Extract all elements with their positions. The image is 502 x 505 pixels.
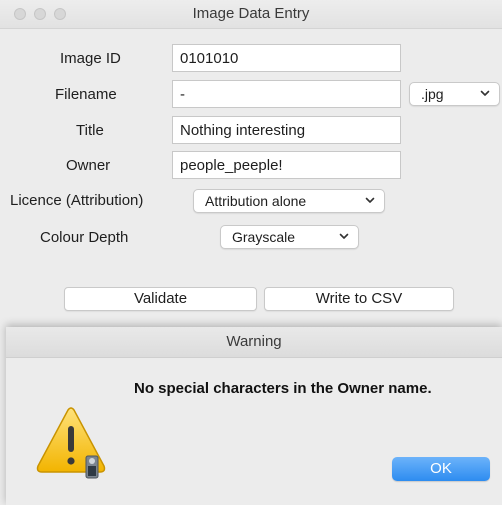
colour-depth-label: Colour Depth <box>40 229 129 246</box>
filename-field[interactable] <box>172 80 401 108</box>
warning-dialog: Warning No special characters in the Own… <box>6 327 502 505</box>
filename-label: Filename <box>55 86 117 103</box>
warning-triangle-icon <box>36 407 106 479</box>
licence-label: Licence (Attribution) <box>10 192 144 209</box>
image-id-field[interactable] <box>172 44 401 72</box>
dialog-body: No special characters in the Owner name.… <box>6 358 502 505</box>
warning-message: No special characters in the Owner name. <box>134 380 432 397</box>
owner-label: Owner <box>66 157 111 174</box>
write-csv-button[interactable]: Write to CSV <box>264 287 454 311</box>
title-label: Title <box>76 122 104 139</box>
chevron-down-icon <box>365 197 375 203</box>
ok-button[interactable]: OK <box>392 457 490 481</box>
window-title: Image Data Entry <box>192 5 310 22</box>
chevron-down-icon <box>339 233 349 239</box>
licence-select-value: Attribution alone <box>205 193 307 209</box>
title-field[interactable] <box>172 116 401 144</box>
dialog-titlebar[interactable]: Warning <box>6 327 502 358</box>
colour-depth-select[interactable]: Grayscale <box>220 225 359 249</box>
extension-select-value: .jpg <box>421 86 444 102</box>
licence-select[interactable]: Attribution alone <box>193 189 385 213</box>
owner-field[interactable] <box>172 151 401 179</box>
window-titlebar[interactable]: Image Data Entry <box>0 0 502 29</box>
chevron-down-icon <box>480 90 490 96</box>
colour-depth-select-value: Grayscale <box>232 229 296 245</box>
dialog-title: Warning <box>226 333 282 350</box>
image-id-label: Image ID <box>60 50 121 67</box>
extension-select[interactable]: .jpg <box>409 82 500 106</box>
validate-button[interactable]: Validate <box>64 287 257 311</box>
